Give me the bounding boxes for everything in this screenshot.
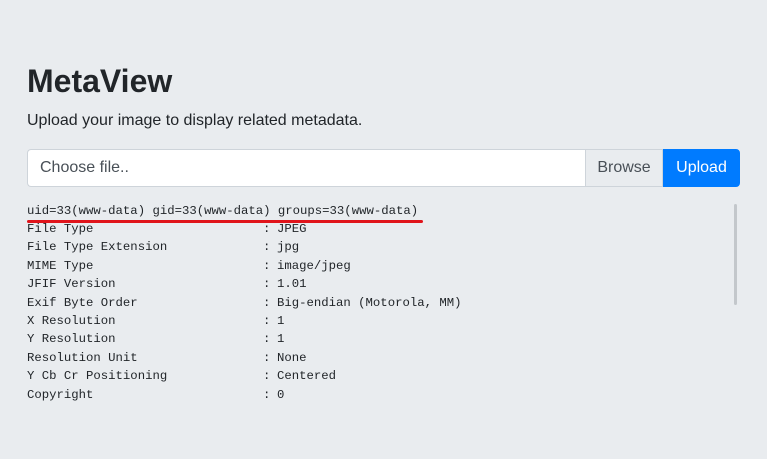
- metadata-value: 1.01: [277, 277, 307, 292]
- browse-button[interactable]: Browse: [585, 149, 663, 187]
- metadata-row: Y Cb Cr Positioning: Centered: [27, 367, 731, 385]
- metadata-list: File Type: JPEG File Type Extension: jpg MIM…: [27, 220, 731, 404]
- metadata-separator: :: [263, 277, 271, 292]
- metadata-value: 0: [277, 387, 285, 402]
- metadata-key: Exif Byte Order: [27, 295, 138, 310]
- metadata-separator: :: [263, 350, 271, 365]
- metadata-separator: :: [263, 332, 271, 347]
- metadata-value: image/jpeg: [277, 258, 351, 273]
- metadata-separator: :: [263, 387, 271, 402]
- output-scrollbar[interactable]: [733, 202, 739, 416]
- metadata-separator: :: [263, 295, 271, 310]
- page-title: MetaView: [27, 63, 173, 99]
- metadata-output[interactable]: uid=33(www-data) gid=33(www-data) groups…: [27, 202, 731, 416]
- id-output-line: uid=33(www-data) gid=33(www-data) groups…: [27, 204, 419, 218]
- metadata-key: Y Resolution: [27, 332, 116, 347]
- metadata-row: Copyright:0: [27, 386, 731, 404]
- metadata-separator: :: [263, 258, 271, 273]
- metadata-row: Y Resolution:1: [27, 330, 731, 348]
- metadata-key: MIME Type: [27, 258, 94, 273]
- metadata-separator: :: [263, 313, 271, 328]
- metadata-key: Copyright: [27, 387, 94, 402]
- metadata-value: 1: [277, 313, 285, 328]
- file-input[interactable]: Choose file..: [27, 149, 585, 187]
- metadata-value: None: [277, 350, 307, 365]
- metadata-row: File Type Extension: jpg: [27, 238, 731, 256]
- metadata-separator: :: [263, 369, 271, 384]
- metadata-separator: :: [263, 240, 271, 255]
- metadata-key: JFIF Version: [27, 277, 116, 292]
- annotation-underline: [27, 220, 423, 223]
- metadata-row: JFIF Version:1.01: [27, 275, 731, 293]
- metadata-key: Y Cb Cr Positioning: [27, 369, 168, 384]
- metadata-value: Big-endian (Motorola, MM): [277, 295, 462, 310]
- metadata-value: 1: [277, 332, 285, 347]
- upload-button[interactable]: Upload: [663, 149, 740, 187]
- upload-form: Choose file.. Browse Upload: [27, 149, 740, 187]
- page-subtitle: Upload your image to display related met…: [27, 112, 363, 129]
- metadata-row: X Resolution:1: [27, 312, 731, 330]
- metadata-row: Exif Byte Order: Big-endian (Motorola, MM…: [27, 294, 731, 312]
- scrollbar-thumb[interactable]: [734, 204, 737, 305]
- metadata-key: X Resolution: [27, 313, 116, 328]
- metadata-key: File Type Extension: [27, 240, 168, 255]
- metadata-row: MIME Type: image/jpeg: [27, 257, 731, 275]
- metadata-value: jpg: [277, 240, 300, 255]
- metadata-row: Resolution Unit: None: [27, 349, 731, 367]
- metadata-key: Resolution Unit: [27, 350, 138, 365]
- metadata-value: Centered: [277, 369, 337, 384]
